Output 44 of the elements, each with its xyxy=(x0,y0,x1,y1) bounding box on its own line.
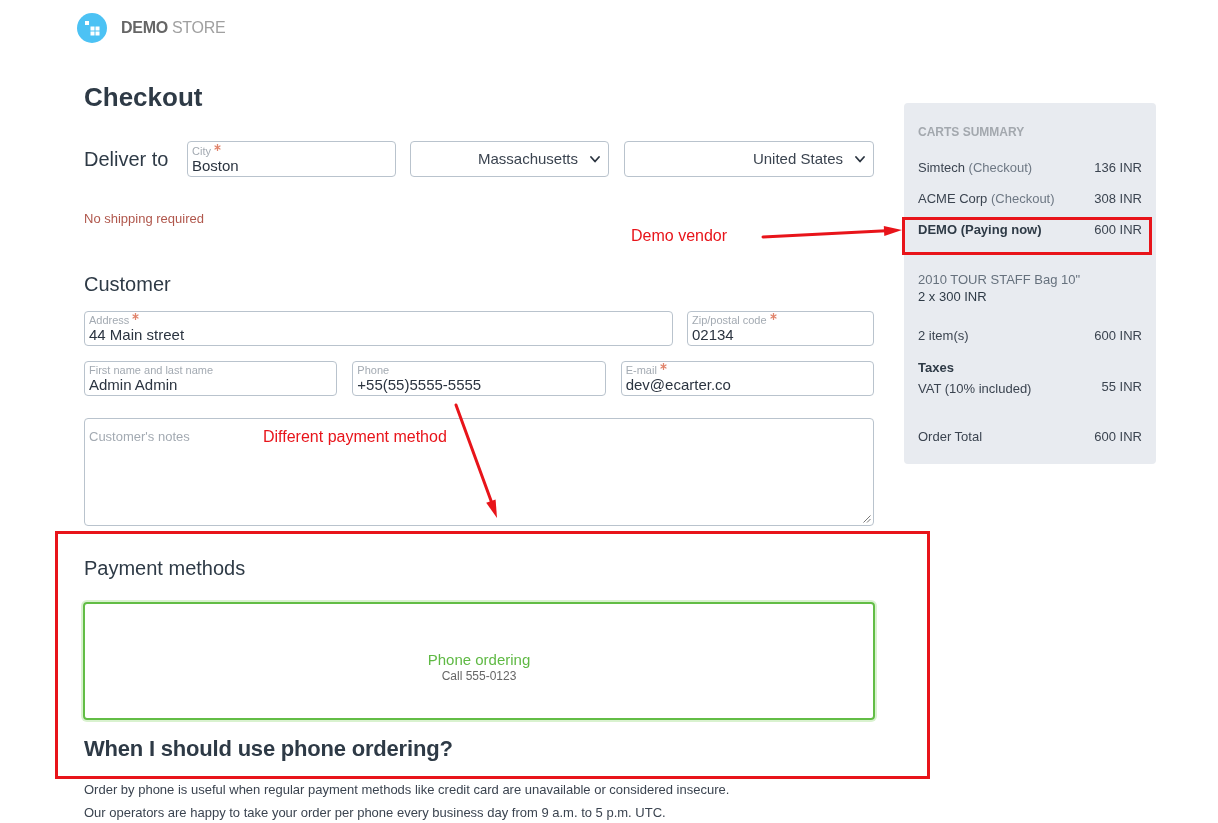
address-field[interactable]: Address 44 Main street xyxy=(84,311,673,346)
vendor-name: Simtech (Checkout) xyxy=(918,159,1033,177)
required-asterisk-icon xyxy=(213,143,221,151)
vendor-name: ACME Corp (Checkout) xyxy=(918,190,1055,208)
item-quantity-price: 2 x 300 INR xyxy=(918,288,988,305)
country-select[interactable]: United States xyxy=(624,141,874,177)
summary-title: CARTS SUMMARY xyxy=(918,124,1026,140)
order-total-value: 600 INR xyxy=(1094,428,1142,446)
annotation-text: Different payment method xyxy=(263,427,447,447)
required-asterisk-icon xyxy=(659,363,667,370)
store-logo-text[interactable]: DEMO STORE xyxy=(121,13,226,43)
resize-handle-icon xyxy=(863,515,871,523)
phone-field[interactable]: Phone +55(55)5555-5555 xyxy=(352,361,606,396)
shipping-note: No shipping required xyxy=(84,210,205,228)
required-asterisk-icon xyxy=(132,313,140,320)
tax-value: 55 INR xyxy=(1101,378,1142,396)
section-heading: Payment methods xyxy=(84,556,247,581)
zip-code-field[interactable]: Zip/postal code 02134 xyxy=(687,311,874,346)
email-field[interactable]: E-mail dev@ecarter.co xyxy=(620,361,874,396)
chevron-down-icon xyxy=(590,155,600,163)
vendor-name: DEMO (Paying now) xyxy=(918,221,1042,239)
subtotal-value: 600 INR xyxy=(1094,327,1142,345)
deliver-to-label: Deliver to xyxy=(84,147,170,171)
annotation-text: Demo vendor xyxy=(631,226,728,246)
info-heading: When I should use phone ordering? xyxy=(84,735,454,763)
city-field[interactable]: City Boston xyxy=(187,141,396,177)
name-field[interactable]: First name and last name Admin Admin xyxy=(84,361,338,396)
tax-label: VAT (10% included) xyxy=(918,380,1032,398)
info-paragraph: Our operators are happy to take your order per phone every business day from 9 a.m. to 5 p.m. UTC. xyxy=(84,805,667,821)
vendor-total: 308 INR xyxy=(1094,190,1142,208)
required-asterisk-icon xyxy=(769,313,777,320)
vendor-total: 136 INR xyxy=(1094,159,1142,177)
section-heading: Customer xyxy=(84,272,172,297)
subtotal-label: 2 item(s) xyxy=(918,327,969,345)
vendor-total: 600 INR xyxy=(1094,221,1142,239)
state-select[interactable]: Massachusetts xyxy=(410,141,609,177)
chevron-down-icon xyxy=(855,155,865,163)
info-paragraph: Order by phone is useful when regular payment methods like credit card are unavailable or considered insecure. xyxy=(84,781,731,799)
order-total-label: Order Total xyxy=(918,428,983,446)
payment-method-card[interactable]: Phone ordering Call 555-0123 xyxy=(83,602,875,720)
taxes-heading: Taxes xyxy=(918,359,955,377)
page-title: Checkout xyxy=(84,82,204,112)
item-name: 2010 TOUR STAFF Bag 10" xyxy=(918,271,1082,288)
logo-icon xyxy=(77,13,107,43)
